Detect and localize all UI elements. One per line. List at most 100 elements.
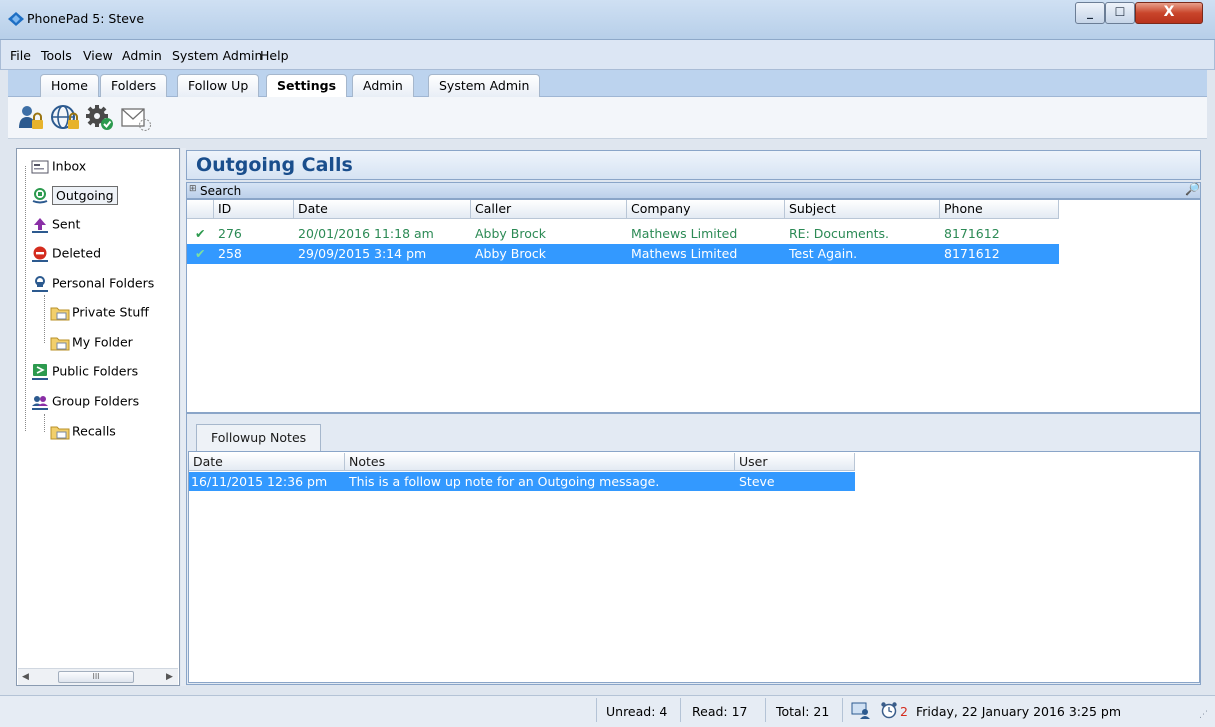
sidebar-item-personal-folders[interactable]: Personal Folders [30,272,154,294]
maximize-icon: ☐ [1114,5,1126,19]
check-icon: ✔ [195,226,206,241]
envelope-icon[interactable] [120,106,152,132]
sidebar-item-label: Public Folders [52,363,139,379]
sidebar-item-label: Recalls [72,423,116,439]
folder-icon [50,307,70,320]
cell-date: 29/09/2015 3:14 pm [298,246,427,261]
sidebar-item-sent[interactable]: Sent [30,213,80,235]
scroll-right-icon[interactable]: ▶ [166,672,173,682]
cell-phone: 8171612 [944,226,1000,241]
cell-id: 276 [218,226,242,241]
column-header-phone[interactable]: Phone [940,200,1059,219]
divider [842,698,843,722]
menu-view[interactable]: View [83,48,113,63]
close-icon: X [1163,4,1175,20]
sidebar-horizontal-scrollbar[interactable]: ◀ III ▶ [18,668,178,685]
tree-connector [44,414,45,432]
tab-admin[interactable]: Admin [352,74,414,97]
tab-followup-notes[interactable]: Followup Notes [196,424,322,452]
tab-folders[interactable]: Folders [100,74,168,97]
menu-help[interactable]: Help [260,48,289,63]
window-title: PhonePad 5: Steve [27,11,145,26]
menu-file[interactable]: File [10,48,31,63]
sidebar-item-label: Inbox [52,158,87,174]
column-header-date[interactable]: Date [294,200,471,219]
sidebar-item-inbox[interactable]: Inbox [30,155,86,177]
sidebar-item-label: Sent [52,216,81,232]
column-header-check[interactable] [187,200,214,219]
alarm-clock-icon[interactable] [880,701,898,719]
sent-icon [32,217,48,233]
table-row[interactable]: ✔ 276 20/01/2016 11:18 am Abby Brock Mat… [187,224,1059,244]
column-header-user[interactable]: User [735,453,855,471]
menu-system-admin[interactable]: System Admin [172,48,262,63]
user-lock-icon[interactable] [17,104,45,132]
cell-subject: Test Again. [789,246,858,261]
tree-connector [44,295,45,343]
scroll-left-icon[interactable]: ◀ [22,672,29,682]
sidebar-item-label: Private Stuff [72,304,149,320]
tab-settings[interactable]: Settings [266,74,348,97]
column-header-notes[interactable]: Notes [345,453,735,471]
column-header-caller[interactable]: Caller [471,200,627,219]
status-datetime: Friday, 22 January 2016 3:25 pm [916,704,1122,719]
cell-subject: RE: Documents. [789,226,890,241]
column-header-date[interactable]: Date [189,453,345,471]
column-header-company[interactable]: Company [627,200,785,219]
gear-check-icon[interactable] [85,104,115,132]
table-row-selected[interactable]: ✔ 258 29/09/2015 3:14 pm Abby Brock Math… [187,244,1059,264]
sidebar-item-label: Group Folders [52,393,140,409]
search-bar[interactable] [186,182,1201,199]
search-icon[interactable]: 🔎 [1185,182,1200,196]
minimize-button[interactable]: _ [1075,2,1105,24]
cell-caller: Abby Brock [475,226,546,241]
minimize-icon: _ [1087,5,1093,19]
toolbar [8,97,1207,139]
cell-company: Mathews Limited [631,246,738,261]
read-count: Read: 17 [692,704,748,719]
group-folders-icon [32,395,48,410]
list-item-selected[interactable]: 16/11/2015 12:36 pm This is a follow up … [189,472,855,491]
sidebar-item-group-folders[interactable]: Group Folders [30,390,139,412]
personal-folders-icon [32,275,48,292]
cell-id: 258 [218,246,242,261]
close-button[interactable]: X [1135,2,1203,24]
scroll-thumb[interactable]: III [58,671,134,683]
menu-admin[interactable]: Admin [122,48,162,63]
divider [596,698,597,722]
tab-follow-up[interactable]: Follow Up [177,74,260,97]
cell-company: Mathews Limited [631,226,738,241]
cell-caller: Abby Brock [475,246,546,261]
sidebar-item-outgoing[interactable]: Outgoing [30,184,118,206]
title-bar [0,0,1215,40]
maximize-button[interactable]: ☐ [1105,2,1135,24]
folder-icon [50,426,70,439]
divider [680,698,681,722]
resize-grip-icon[interactable]: ⋰ [1199,710,1208,720]
divider [765,698,766,722]
tab-system-admin[interactable]: System Admin [428,74,541,97]
column-header-subject[interactable]: Subject [785,200,940,219]
sidebar-item-my-folder[interactable]: My Folder [50,331,133,353]
search-label[interactable]: Search [200,184,241,198]
cell-date: 16/11/2015 12:36 pm [191,474,328,489]
expand-icon[interactable]: ⊞ [189,184,197,194]
menu-tools[interactable]: Tools [41,48,72,63]
folder-icon [50,337,70,350]
unread-count: Unread: 4 [606,704,668,719]
sidebar-item-recalls[interactable]: Recalls [50,420,116,442]
globe-lock-icon[interactable] [50,104,80,132]
inbox-icon [31,160,49,173]
total-count: Total: 21 [776,704,830,719]
sidebar-item-deleted[interactable]: Deleted [30,242,101,264]
cell-date: 20/01/2016 11:18 am [298,226,434,241]
tab-home[interactable]: Home [40,74,99,97]
column-header-id[interactable]: ID [214,200,294,219]
sidebar-item-label: My Folder [72,334,133,350]
check-icon: ✔ [195,246,206,261]
cell-notes: This is a follow up note for an Outgoing… [349,474,660,489]
sidebar-item-public-folders[interactable]: Public Folders [30,360,138,382]
users-status-icon[interactable] [850,700,872,720]
sidebar-item-private-stuff[interactable]: Private Stuff [50,301,149,323]
deleted-icon [32,246,48,262]
